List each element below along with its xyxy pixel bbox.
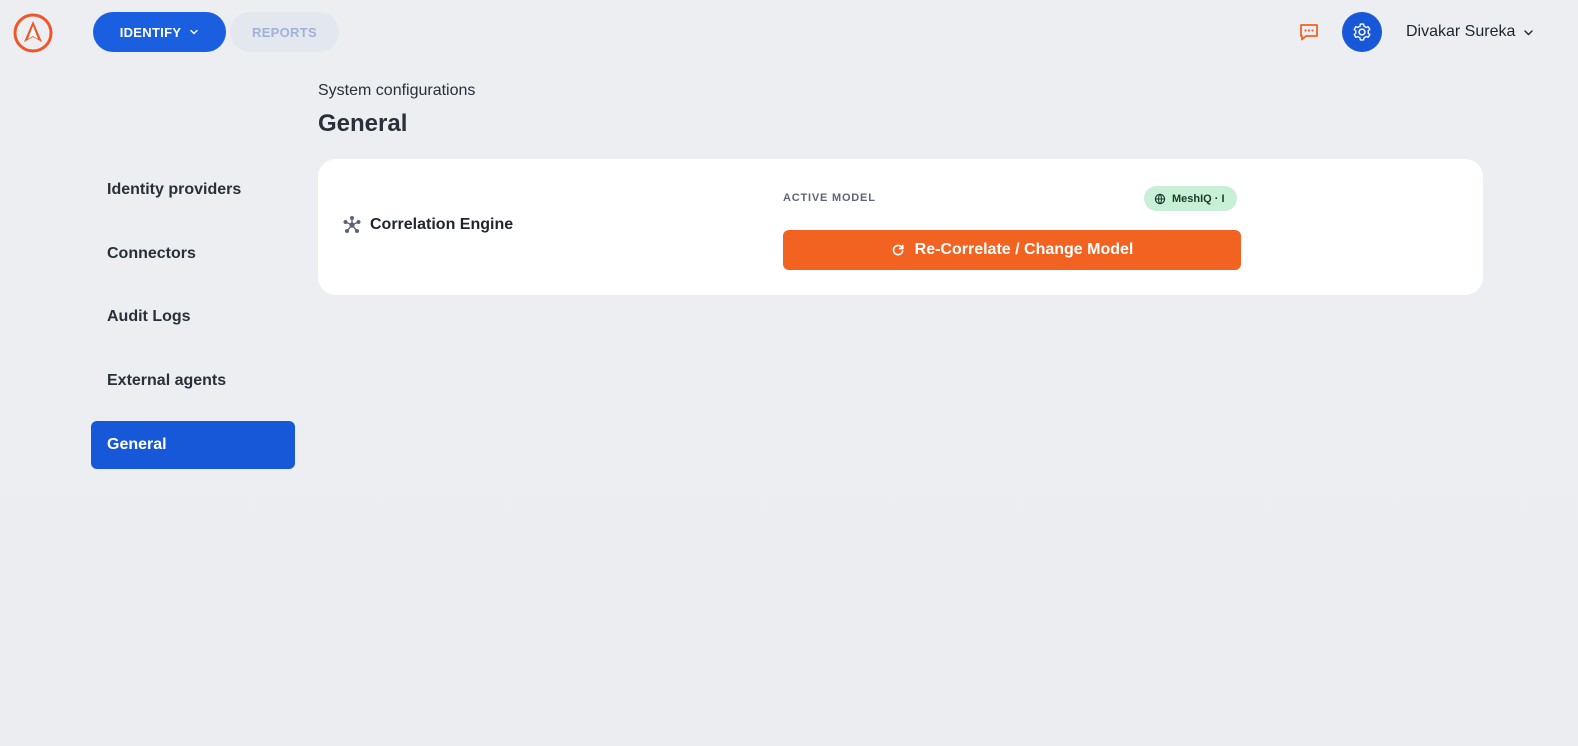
correlation-engine-card: Correlation Engine ACTIVE MODEL MeshIQ ·… [318,159,1483,295]
nav-reports-button[interactable]: REPORTS [230,12,339,52]
breadcrumb: System configurations [318,82,476,99]
correlation-engine-heading: Correlation Engine [342,215,513,235]
re-correlate-button[interactable]: Re-Correlate / Change Model [783,230,1241,270]
sidebar-item-general[interactable]: General [91,421,295,469]
nav-reports-label: REPORTS [252,24,317,40]
app-window: IDENTIFY REPORTS Divakar Sureka System c… [0,0,1578,746]
settings-button[interactable] [1342,12,1382,52]
globe-icon [1154,193,1166,204]
chevron-down-icon [190,29,199,35]
sidebar-item-connectors[interactable]: Connectors [91,230,295,278]
sidebar-item-label: Connectors [107,245,196,262]
refresh-icon [892,244,904,256]
user-name: Divakar Sureka [1406,23,1516,40]
chevron-down-icon [1524,29,1534,35]
sidebar-item-label: External agents [107,372,227,389]
nav-identify-button[interactable]: IDENTIFY [93,12,226,52]
nav-identify-label: IDENTIFY [119,24,182,40]
sidebar-item-audit-logs[interactable]: Audit Logs [91,293,295,341]
message-icon[interactable] [1298,21,1320,43]
sidebar-item-label: Audit Logs [107,308,191,325]
page-title: General [318,110,408,137]
active-model-label: ACTIVE MODEL [783,192,876,204]
sidebar-item-label: Identity providers [107,181,242,198]
re-correlate-label: Re-Correlate / Change Model [914,241,1134,258]
user-menu[interactable]: Divakar Sureka [1406,20,1534,44]
sidebar-item-identity-providers[interactable]: Identity providers [91,166,295,214]
model-badge: MeshIQ · I [1144,186,1237,211]
sidebar-item-external-agents[interactable]: External agents [91,357,295,405]
correlation-engine-label: Correlation Engine [370,216,514,233]
gear-icon [1353,23,1371,41]
top-bar: IDENTIFY REPORTS Divakar Sureka [0,0,1578,64]
network-nodes-icon [343,216,361,233]
model-badge-label: MeshIQ · I [1172,192,1225,205]
sidebar-item-label: General [107,436,167,453]
compass-logo-icon[interactable] [12,12,54,54]
